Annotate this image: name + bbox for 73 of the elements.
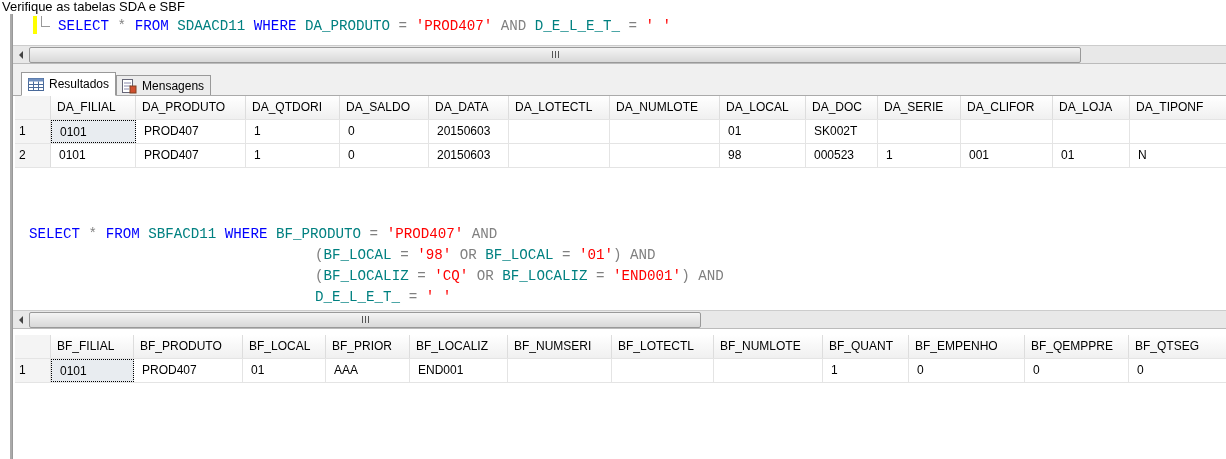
table-cell: PROD407 bbox=[134, 359, 243, 382]
column-header[interactable]: DA_QTDORI bbox=[246, 96, 340, 119]
grip-icon bbox=[361, 316, 369, 323]
results-tab[interactable]: Resultados bbox=[21, 72, 117, 96]
column-header[interactable]: DA_LOCAL bbox=[720, 96, 806, 119]
document-icon bbox=[121, 78, 138, 94]
horizontal-scrollbar[interactable] bbox=[13, 45, 1226, 64]
column-header[interactable]: BF_PRODUTO bbox=[134, 335, 243, 358]
column-header[interactable]: BF_LOCALIZ bbox=[410, 335, 508, 358]
table-cell: N bbox=[1130, 144, 1226, 167]
table-cell: PROD407 bbox=[136, 144, 246, 167]
table-cell: 20150603 bbox=[429, 144, 509, 167]
outline-corner bbox=[41, 16, 50, 27]
left-arrow-icon[interactable] bbox=[17, 315, 25, 324]
table-cell: 001 bbox=[961, 144, 1053, 167]
left-arrow-icon[interactable] bbox=[17, 50, 25, 59]
column-header[interactable]: DA_PRODUTO bbox=[136, 96, 246, 119]
heading-text: Verifique as tabelas SDA e SBF bbox=[1, 0, 185, 14]
column-header[interactable]: BF_QUANT bbox=[823, 335, 909, 358]
table-cell: SK002T bbox=[806, 120, 878, 143]
row-number[interactable]: 1 bbox=[15, 120, 51, 143]
table-cell: 000523 bbox=[806, 144, 878, 167]
table-cell: 0 bbox=[909, 359, 1025, 382]
table-cell: 01 bbox=[720, 120, 806, 143]
table-cell: 98 bbox=[720, 144, 806, 167]
table-cell: 01 bbox=[243, 359, 326, 382]
table-cell: 0 bbox=[1129, 359, 1226, 382]
horizontal-scrollbar[interactable] bbox=[13, 310, 1226, 329]
column-header[interactable]: DA_DOC bbox=[806, 96, 878, 119]
scrollbar-thumb[interactable] bbox=[29, 311, 701, 328]
row-number[interactable]: 1 bbox=[15, 359, 51, 382]
table-cell: 01 bbox=[1053, 144, 1130, 167]
column-header[interactable]: DA_LOTECTL bbox=[509, 96, 610, 119]
table-cell: 1 bbox=[246, 120, 340, 143]
code-line: (BF_LOCAL = '98' OR BF_LOCAL = '01') AND bbox=[314, 246, 657, 265]
table-cell: PROD407 bbox=[136, 120, 246, 143]
results-tab[interactable]: Mensagens bbox=[116, 75, 212, 95]
row-number[interactable]: 2 bbox=[15, 144, 51, 167]
column-header[interactable]: BF_PRIOR bbox=[326, 335, 410, 358]
table-cell: 1 bbox=[246, 144, 340, 167]
table-cell: 1 bbox=[878, 144, 961, 167]
column-header[interactable]: BF_NUMLOTE bbox=[714, 335, 823, 358]
grid-icon bbox=[28, 77, 44, 91]
code-line: (BF_LOCALIZ = 'CQ' OR BF_LOCALIZ = 'END001') AND bbox=[314, 267, 724, 286]
table-cell: 0101 bbox=[51, 359, 134, 382]
table-cell: 20150603 bbox=[429, 120, 509, 143]
table-cell: 0 bbox=[1025, 359, 1129, 382]
column-header[interactable]: BF_QEMPPRE bbox=[1025, 335, 1129, 358]
table-cell: 0 bbox=[340, 120, 429, 143]
table-cell: 0 bbox=[340, 144, 429, 167]
change-marker bbox=[33, 16, 37, 34]
column-header[interactable]: DA_FILIAL bbox=[51, 96, 136, 119]
code-line: SELECT * FROM SDAACD11 WHERE DA_PRODUTO = 'PROD407' AND D_E_L_E_T_ = ' ' bbox=[58, 17, 672, 36]
column-header[interactable]: BF_LOTECTL bbox=[612, 335, 714, 358]
table-cell: AAA bbox=[326, 359, 410, 382]
column-header[interactable]: DA_DATA bbox=[429, 96, 509, 119]
column-header[interactable]: BF_LOCAL bbox=[243, 335, 326, 358]
column-header[interactable]: DA_SERIE bbox=[878, 96, 961, 119]
table-cell: END001 bbox=[410, 359, 508, 382]
column-header[interactable]: BF_NUMSERI bbox=[508, 335, 612, 358]
scrollbar-thumb[interactable] bbox=[29, 46, 1081, 63]
column-header[interactable]: DA_NUMLOTE bbox=[610, 96, 720, 119]
table-cell: 0101 bbox=[51, 120, 136, 143]
column-header[interactable]: DA_LOJA bbox=[1053, 96, 1130, 119]
code-line: D_E_L_E_T_ = ' ' bbox=[314, 288, 453, 307]
table-cell: 1 bbox=[823, 359, 909, 382]
grip-icon bbox=[551, 51, 559, 58]
column-header[interactable]: BF_FILIAL bbox=[51, 335, 134, 358]
column-header[interactable]: DA_SALDO bbox=[340, 96, 429, 119]
code-line: SELECT * FROM SBFACD11 WHERE BF_PRODUTO = 'PROD407' AND bbox=[29, 225, 499, 244]
column-header[interactable]: DA_CLIFOR bbox=[961, 96, 1053, 119]
table-cell: 0101 bbox=[51, 144, 136, 167]
column-header[interactable]: BF_EMPENHO bbox=[909, 335, 1025, 358]
